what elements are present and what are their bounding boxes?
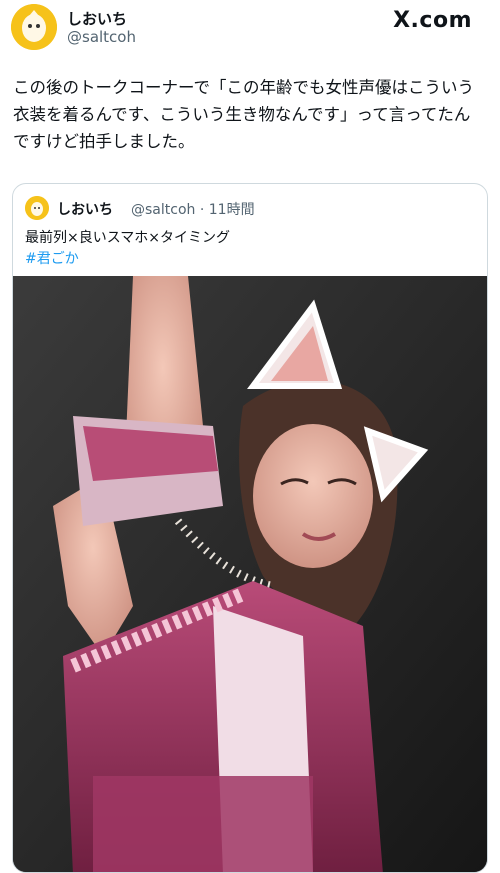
meta-separator: ·: [195, 202, 209, 218]
avatar[interactable]: [11, 4, 57, 50]
tweet-line: この後のトークコーナーで「この年齢でも女性声優はこういう: [13, 78, 475, 97]
quoted-meta: @saltcoh · 11時間: [131, 199, 255, 219]
quoted-avatar: [25, 196, 49, 220]
author-handle[interactable]: @saltcoh: [67, 28, 136, 46]
tweet-text: この後のトークコーナーで「この年齢でも女性声優はこういう 衣装を着るんです、こう…: [13, 74, 487, 155]
brand-logo: X.com: [393, 8, 472, 33]
quoted-handle: @saltcoh: [131, 202, 196, 218]
tweet-line: 衣装を着るんです、こういう生き物なんです」って言ってたん: [13, 105, 471, 124]
avatar-icon: [25, 196, 49, 220]
quoted-hashtag[interactable]: #君ごか: [25, 248, 79, 268]
tweet-header: しおいち @saltcoh X.com: [0, 0, 500, 60]
quoted-author-name: しおいち: [57, 202, 113, 218]
tweet-line: ですけど拍手しました。: [13, 132, 195, 151]
quoted-tweet[interactable]: しおいち @saltcoh · 11時間 最前列×良いスマホ×タイミング #君ご…: [12, 183, 488, 873]
photo-image: [13, 276, 487, 872]
author-name[interactable]: しおいち: [67, 8, 127, 29]
quoted-text: 最前列×良いスマホ×タイミング: [25, 230, 231, 246]
avatar-icon: [11, 4, 57, 50]
quoted-time: 11時間: [208, 202, 255, 218]
quoted-photo[interactable]: [13, 276, 487, 872]
